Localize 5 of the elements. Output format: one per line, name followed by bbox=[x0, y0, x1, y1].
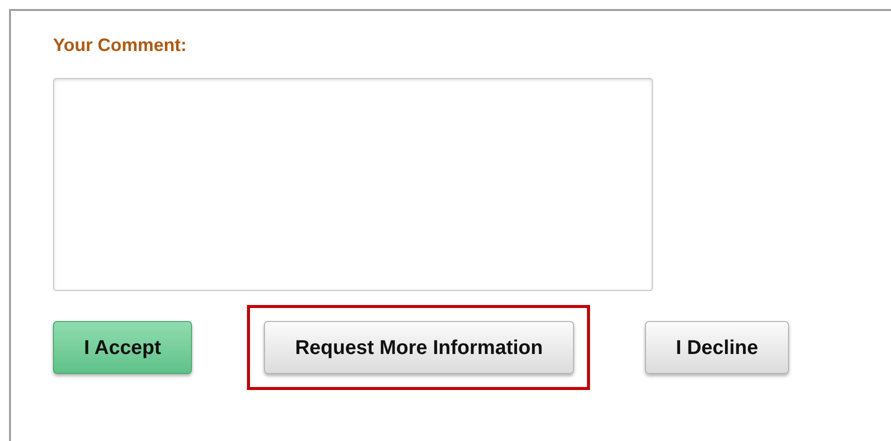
comment-label: Your Comment: bbox=[53, 34, 187, 56]
action-button[interactable]: I Accept bbox=[53, 321, 192, 374]
action-button[interactable]: I Decline bbox=[644, 321, 790, 374]
action-button[interactable]: Request More Information bbox=[264, 321, 574, 374]
comment-field[interactable] bbox=[53, 78, 653, 291]
